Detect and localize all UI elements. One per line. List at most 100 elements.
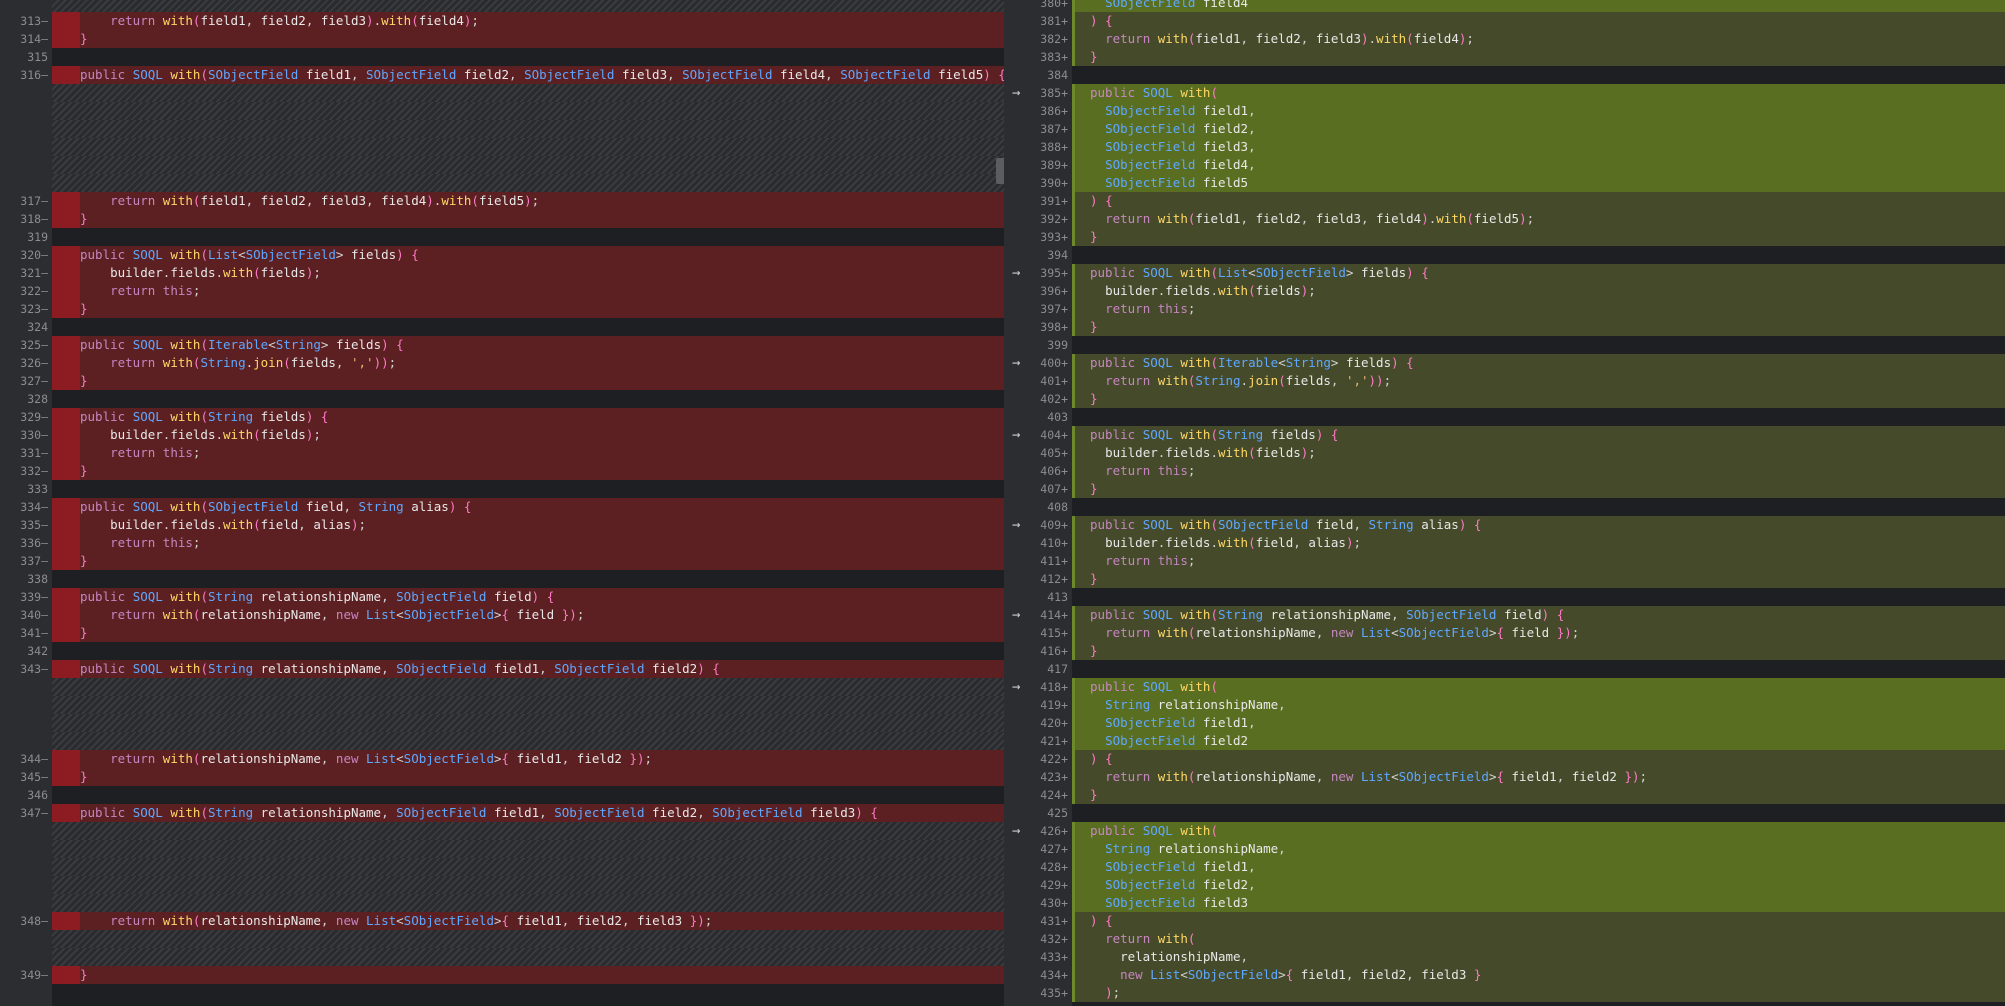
added-line-marker [1072, 552, 1075, 570]
code-line: public SOQL with(Iterable<String> fields… [80, 337, 404, 352]
code-line: public SOQL with( [1090, 85, 1218, 100]
added-line-marker [1072, 462, 1075, 480]
unchanged-line-bg [52, 642, 1004, 660]
line-number: 335— [20, 518, 48, 532]
code-line: ) { [1090, 13, 1113, 28]
line-number: 337— [20, 554, 48, 568]
deleted-line-bg [52, 966, 1004, 984]
unchanged-line-bg [52, 318, 1004, 336]
line-number: 417 [1047, 662, 1068, 676]
line-number: 380+ [1040, 0, 1068, 10]
added-line-marker [1072, 912, 1075, 930]
unchanged-line-bg [1072, 246, 2005, 264]
added-line-bg [1072, 12, 2005, 30]
code-line: public SOQL with( [1090, 679, 1218, 694]
arrow-right-icon[interactable]: → [1012, 822, 1020, 840]
added-line-marker [1072, 390, 1075, 408]
code-line: } [80, 373, 88, 388]
line-number: 383+ [1040, 50, 1068, 64]
deleted-line-bg [52, 30, 1004, 48]
added-line-marker [1072, 768, 1075, 786]
code-line: } [80, 769, 88, 784]
arrow-right-icon[interactable]: → [1012, 426, 1020, 444]
line-number: 347— [20, 806, 48, 820]
added-line-marker [1072, 822, 1075, 840]
line-number: 407+ [1040, 482, 1068, 496]
code-line: builder.fields.with(fields); [110, 427, 321, 442]
diff-filler-hatch [52, 102, 1004, 120]
deleted-line-marker [52, 516, 80, 534]
code-line: return this; [1105, 553, 1196, 568]
unchanged-line-bg [52, 480, 1004, 498]
line-number: 429+ [1040, 878, 1068, 892]
deleted-line-bg [52, 300, 1004, 318]
line-number: 386+ [1040, 104, 1068, 118]
code-line: public SOQL with(SObjectField field1, SO… [80, 67, 1006, 82]
deleted-line-marker [52, 624, 80, 642]
added-line-marker [1072, 0, 1075, 12]
code-line: builder.fields.with(fields); [1105, 283, 1316, 298]
code-line: SObjectField field2, [1105, 121, 1256, 136]
deleted-line-marker [52, 534, 80, 552]
code-line: } [1090, 391, 1098, 406]
code-line: SObjectField field2, [1105, 877, 1256, 892]
added-line-marker [1072, 192, 1075, 210]
arrow-right-icon[interactable]: → [1012, 516, 1020, 534]
added-line-marker [1072, 858, 1075, 876]
left-diff-pane[interactable]: 313— return with(field1, field2, field3)… [0, 0, 1008, 1006]
added-line-marker [1072, 174, 1075, 192]
added-line-bg [1072, 462, 2005, 480]
line-number: 401+ [1040, 374, 1068, 388]
line-number: 420+ [1040, 716, 1068, 730]
right-diff-pane[interactable]: 380+ SObjectField field4 381+) {382+ retu… [1008, 0, 2005, 1006]
added-line-marker [1072, 624, 1075, 642]
added-line-marker [1072, 570, 1075, 588]
line-number: 422+ [1040, 752, 1068, 766]
unchanged-line-bg [52, 48, 1004, 66]
line-number: 334— [20, 500, 48, 514]
arrow-right-icon[interactable]: → [1012, 264, 1020, 282]
arrow-right-icon[interactable]: → [1012, 84, 1020, 102]
added-line-marker [1072, 876, 1075, 894]
added-line-marker [1072, 48, 1075, 66]
line-number: 434+ [1040, 968, 1068, 982]
line-number: 320— [20, 248, 48, 262]
arrow-right-icon[interactable]: → [1012, 354, 1020, 372]
added-line-marker [1072, 210, 1075, 228]
code-line: return with(relationshipName, new List<S… [110, 607, 585, 622]
added-line-marker [1072, 534, 1075, 552]
line-number: 319 [27, 230, 48, 244]
code-line: SObjectField field2 [1105, 733, 1249, 748]
line-number: 341— [20, 626, 48, 640]
diff-filler-hatch [52, 120, 1004, 138]
line-number: 435+ [1040, 986, 1068, 1000]
line-number: 318— [20, 212, 48, 226]
line-number: 317— [20, 194, 48, 208]
added-line-marker [1072, 156, 1075, 174]
line-number: 393+ [1040, 230, 1068, 244]
code-line: public SOQL with(String relationshipName… [80, 805, 878, 820]
diff-filler-hatch [52, 858, 1004, 876]
added-line-bg [1072, 984, 2005, 1002]
added-line-marker [1072, 480, 1075, 498]
unchanged-line-bg [52, 570, 1004, 588]
line-number: 381+ [1040, 14, 1068, 28]
code-line: return this; [1105, 301, 1196, 316]
line-number: 423+ [1040, 770, 1068, 784]
line-number: 324 [27, 320, 48, 334]
added-line-bg [1072, 570, 2005, 588]
diff-filler-hatch [52, 696, 1004, 714]
code-line: } [80, 625, 88, 640]
code-line: return with(String.join(fields, ',')); [1105, 373, 1392, 388]
unchanged-line-bg [1072, 660, 2005, 678]
code-line: SObjectField field4, [1105, 157, 1256, 172]
code-line: builder.fields.with(fields); [110, 265, 321, 280]
line-number: 388+ [1040, 140, 1068, 154]
code-line: } [1090, 49, 1098, 64]
arrow-right-icon[interactable]: → [1012, 678, 1020, 696]
added-line-bg [1072, 786, 2005, 804]
line-number: 345— [20, 770, 48, 784]
code-line: ) { [1090, 193, 1113, 208]
code-line: return with(field1, field2, field3).with… [110, 13, 479, 28]
arrow-right-icon[interactable]: → [1012, 606, 1020, 624]
